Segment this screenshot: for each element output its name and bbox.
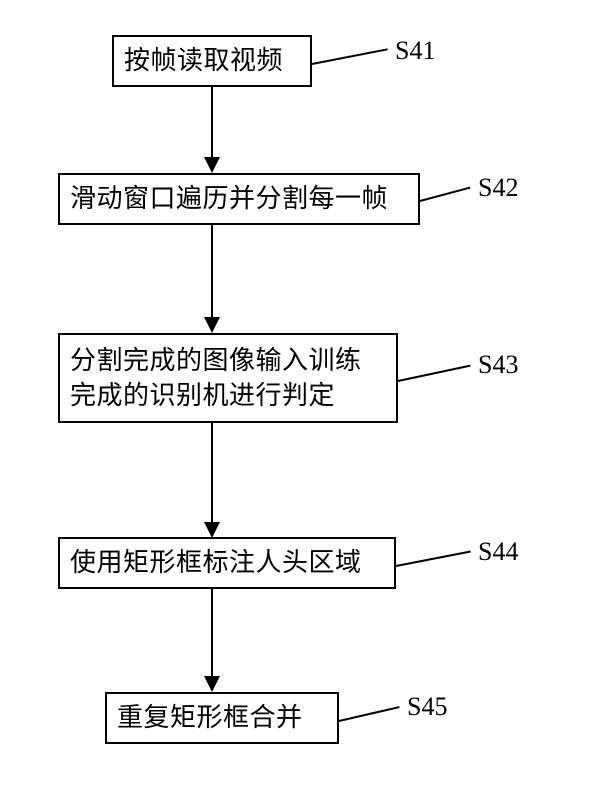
node-label-s42: S42 [478,173,518,203]
arrow-s41-s42 [211,87,213,159]
leader-line [312,48,388,65]
node-label-s43: S43 [478,350,518,380]
node-text: 使用矩形框标注人头区域 [70,545,362,580]
arrow-head [204,676,220,692]
node-text: 重复矩形框合并 [117,700,303,735]
arrow-head [204,157,220,173]
flowchart-canvas: 按帧读取视频 S41 滑动窗口遍历并分割每一帧 S42 分割完成的图像输入训练完… [0,0,605,803]
node-label-s41: S41 [395,36,435,66]
flowchart-node-s43: 分割完成的图像输入训练完成的识别机进行判定 [58,333,398,423]
flowchart-node-s45: 重复矩形框合并 [105,692,339,744]
leader-line [420,187,471,202]
leader-line [396,551,471,567]
node-text: 按帧读取视频 [124,43,283,78]
arrow-s44-s45 [211,589,213,677]
node-text: 分割完成的图像输入训练完成的识别机进行判定 [70,343,386,413]
arrow-head [204,522,220,538]
node-label-s45: S45 [407,692,447,722]
node-text: 滑动窗口遍历并分割每一帧 [70,181,388,216]
leader-line [339,706,400,722]
node-label-s44: S44 [478,537,518,567]
flowchart-node-s44: 使用矩形框标注人头区域 [58,537,396,589]
flowchart-node-s42: 滑动窗口遍历并分割每一帧 [58,173,420,225]
arrow-s42-s43 [211,225,213,318]
flowchart-node-s41: 按帧读取视频 [112,35,312,87]
leader-line [398,365,471,382]
arrow-head [204,317,220,333]
arrow-s43-s44 [211,423,213,523]
